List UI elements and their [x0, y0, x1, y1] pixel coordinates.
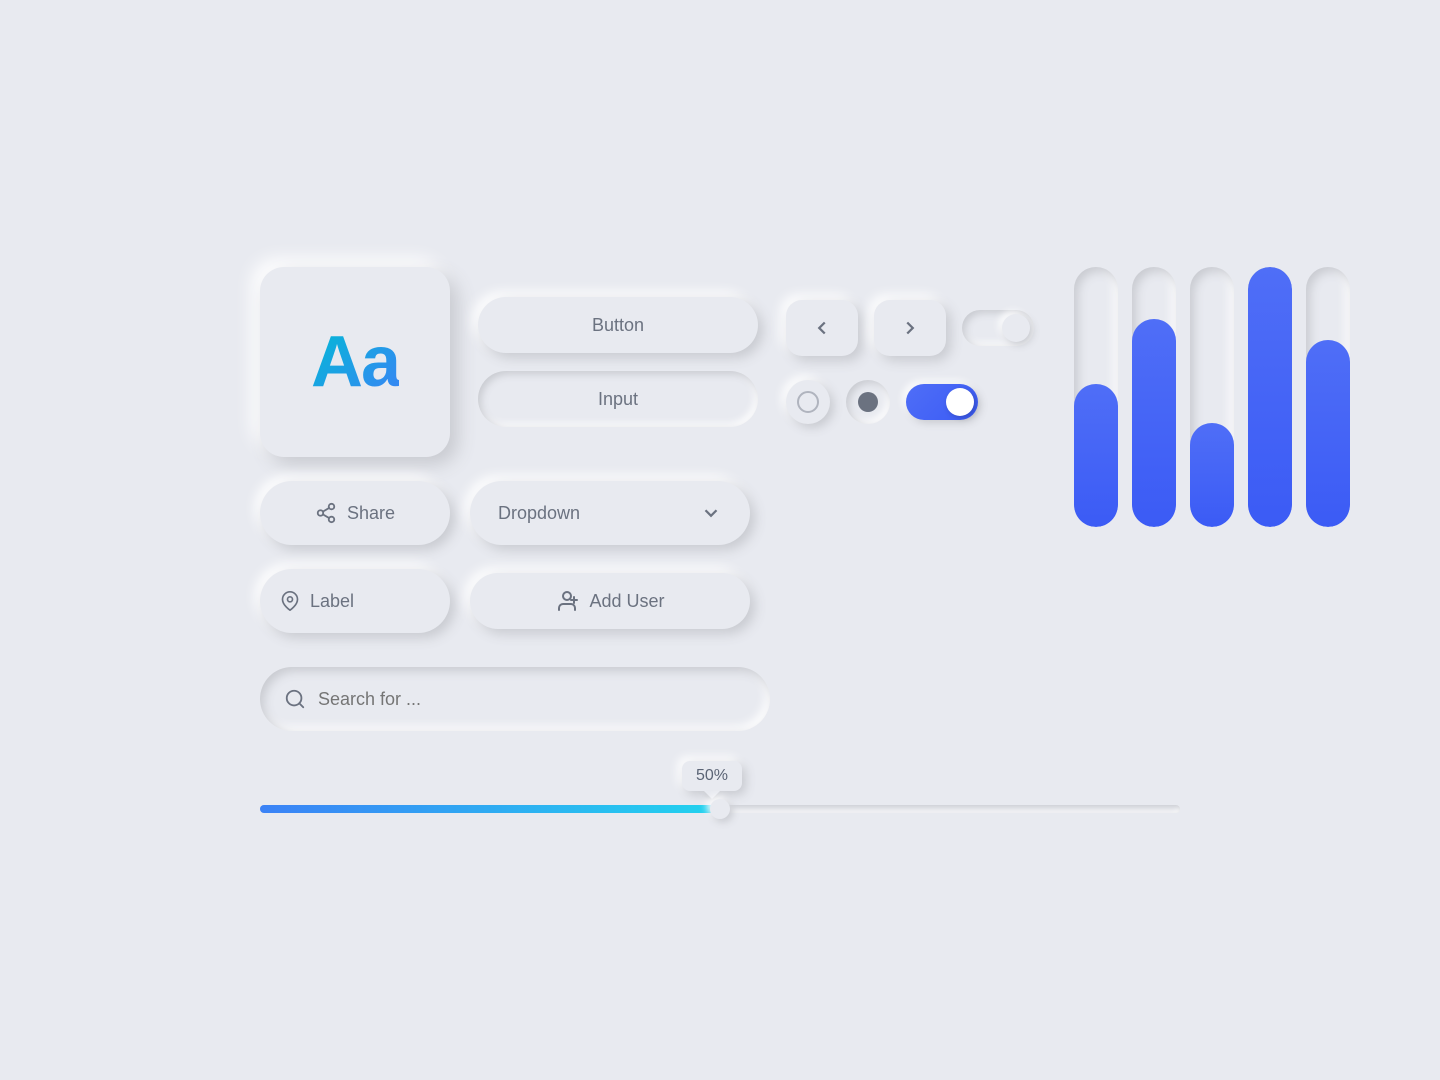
- dropdown-button[interactable]: Dropdown: [470, 481, 750, 545]
- search-input[interactable]: [318, 689, 746, 710]
- radio-selected-inner: [858, 392, 878, 412]
- slider-section: 50%: [260, 761, 1180, 813]
- slider-value-bubble: 50%: [682, 761, 742, 791]
- radio-unselected-inner: [797, 391, 819, 413]
- radio-unselected[interactable]: [786, 380, 830, 424]
- chevron-left-icon: [811, 317, 833, 339]
- share-icon: [315, 502, 337, 524]
- search-row: [260, 667, 1034, 731]
- typography-card: Aa: [260, 267, 450, 457]
- bar-5: [1306, 247, 1350, 527]
- share-button[interactable]: Share: [260, 481, 450, 545]
- bar-1: [1074, 247, 1118, 527]
- bar-3: [1190, 247, 1234, 527]
- slider-thumb: [710, 799, 730, 819]
- chevron-right-icon: [899, 317, 921, 339]
- button-primary[interactable]: Button: [478, 297, 758, 353]
- input-button[interactable]: Input: [478, 371, 758, 427]
- bar-4: [1248, 247, 1292, 527]
- toggle-on[interactable]: [906, 384, 978, 420]
- dropdown-chevron-icon: [700, 502, 722, 524]
- toggle-thumb-on: [946, 388, 974, 416]
- add-user-icon: [555, 589, 579, 613]
- typography-text: Aa: [311, 321, 399, 403]
- toggle-thumb-off: [1002, 314, 1030, 342]
- search-icon: [284, 688, 306, 710]
- bar-2: [1132, 247, 1176, 527]
- search-input-wrap: [260, 667, 770, 731]
- location-icon: [280, 591, 300, 611]
- label-button[interactable]: Label: [260, 569, 450, 633]
- next-button[interactable]: [874, 300, 946, 356]
- radio-selected[interactable]: [846, 380, 890, 424]
- prev-button[interactable]: [786, 300, 858, 356]
- add-user-button[interactable]: Add User: [470, 573, 750, 629]
- chart-area: [1074, 267, 1370, 527]
- toggle-off[interactable]: [962, 310, 1034, 346]
